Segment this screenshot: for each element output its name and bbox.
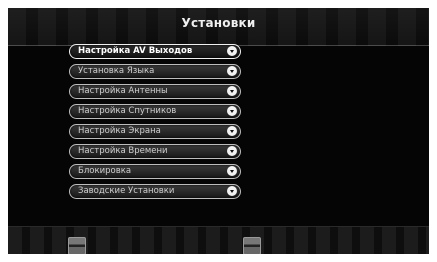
page-title: Установки [181,16,256,30]
chevron-down-icon [227,106,237,116]
menu-item-antenna[interactable]: Настройка Антенны [69,84,241,99]
chevron-down-icon [227,86,237,96]
menu-item-label: Установка Языка [78,66,155,76]
header-bar: Установки [8,8,429,46]
menu-item-av-outputs[interactable]: Настройка AV Выходов [69,44,241,59]
color-key-icon[interactable] [243,237,261,254]
menu-item-satellites[interactable]: Настройка Спутников [69,104,241,119]
chevron-down-icon [227,166,237,176]
menu-item-language[interactable]: Установка Языка [69,64,241,79]
chevron-down-icon [227,66,237,76]
menu-item-screen[interactable]: Настройка Экрана [69,124,241,139]
chevron-down-icon [227,146,237,156]
settings-screen: Установки Настройка AV Выходов Установка… [8,8,429,254]
menu-item-factory-reset[interactable]: Заводские Установки [69,184,241,199]
menu-item-label: Настройка AV Выходов [78,46,193,56]
menu-item-label: Блокировка [78,166,132,176]
menu-item-label: Настройка Спутников [78,106,177,116]
chevron-down-icon [227,186,237,196]
settings-menu: Настройка AV Выходов Установка Языка Нас… [69,44,241,204]
menu-item-time[interactable]: Настройка Времени [69,144,241,159]
menu-item-label: Заводские Установки [78,186,175,196]
color-key-icon[interactable] [68,237,86,254]
chevron-down-icon [227,126,237,136]
chevron-down-icon [227,46,237,56]
menu-item-label: Настройка Экрана [78,126,161,136]
menu-item-parental-lock[interactable]: Блокировка [69,164,241,179]
menu-item-label: Настройка Антенны [78,86,168,96]
menu-item-label: Настройка Времени [78,146,168,156]
